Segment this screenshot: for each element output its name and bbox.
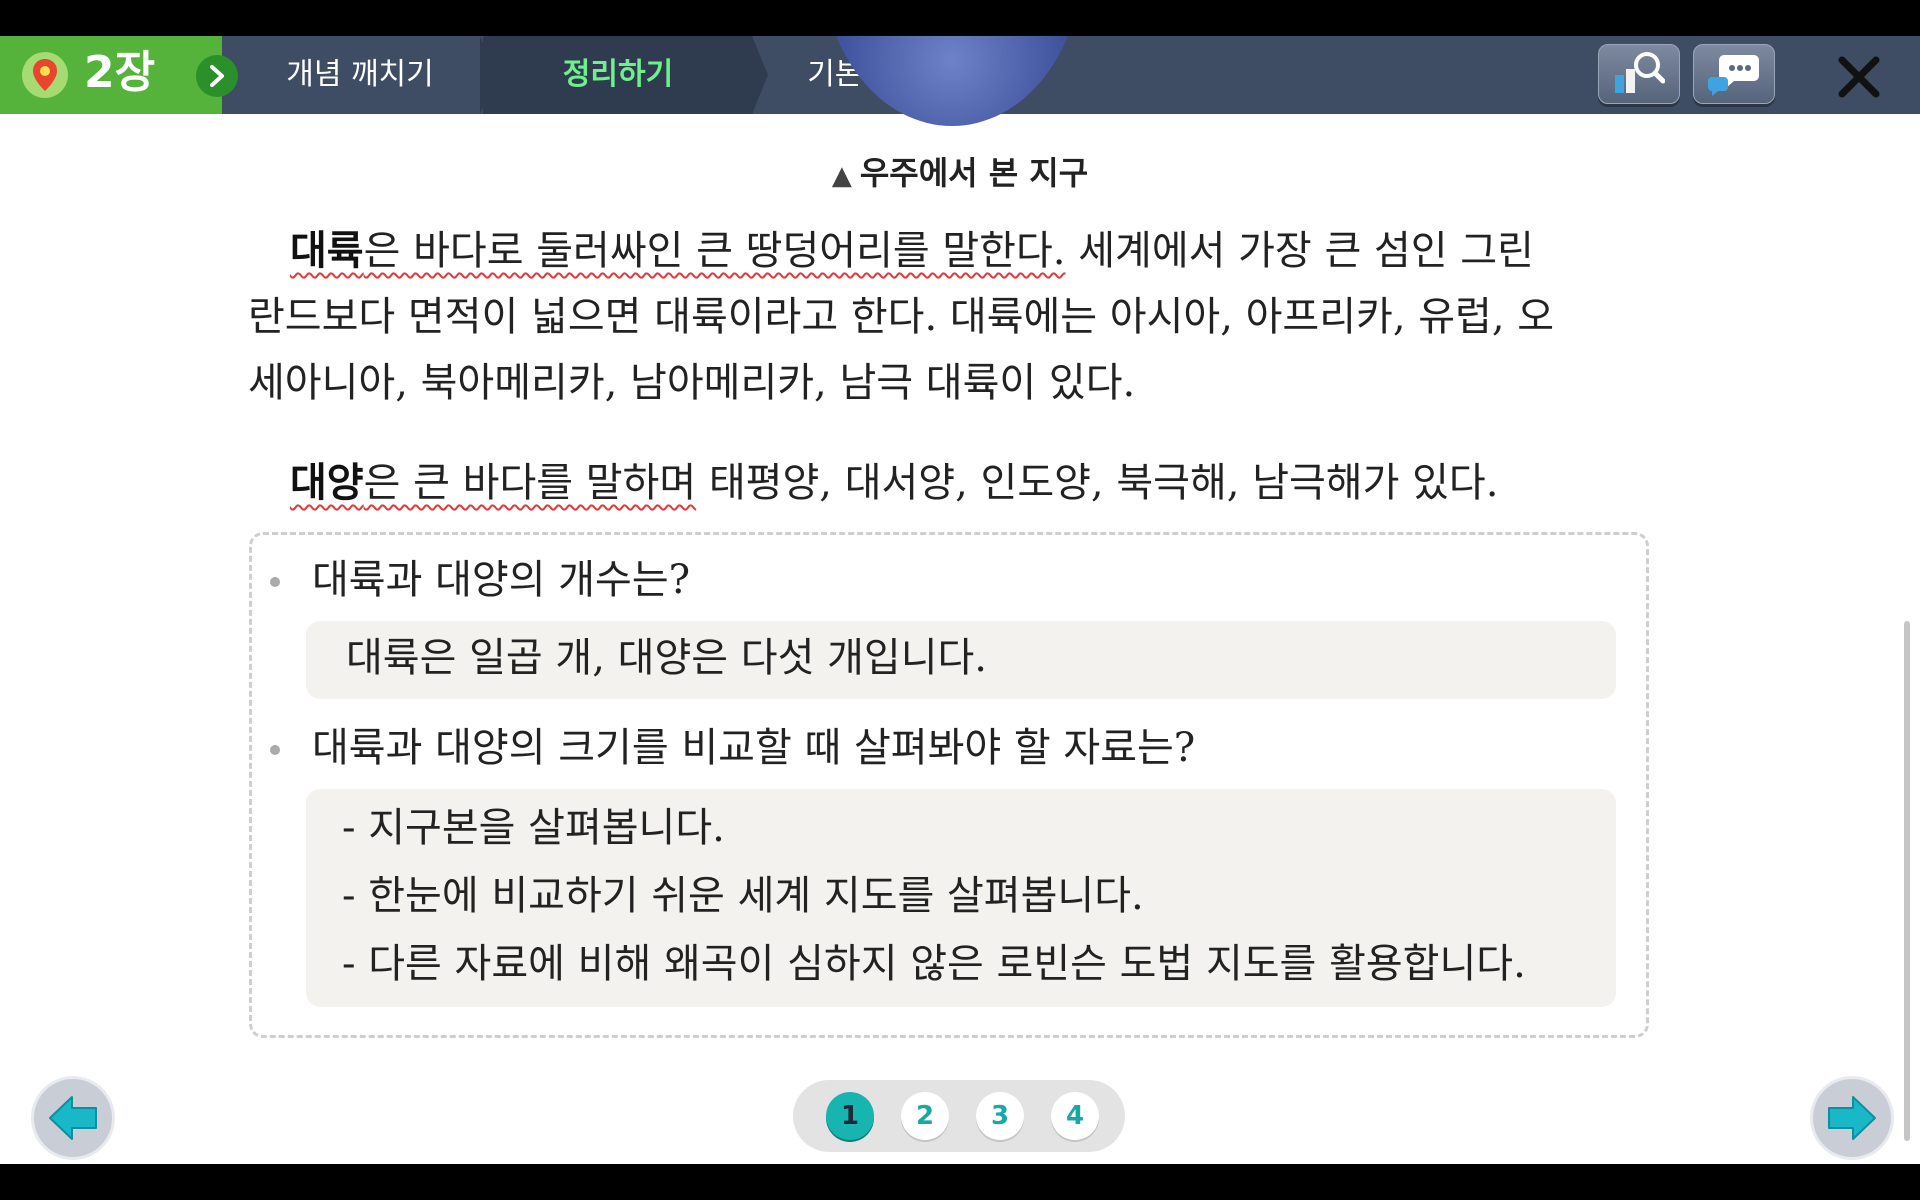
paragraph-line: 란드보다 면적이 넓으면 대륙이라고 한다. 대륙에는 아시아, 아프리카, 유…: [248, 294, 1555, 340]
paragraph-line: 대양은 큰 바다를 말하며 태평양, 대서양, 인도양, 북극해, 남극해가 있…: [248, 450, 1648, 516]
paragraph-text: 세계에서 가장 큰 섬인 그린: [1065, 228, 1534, 274]
bullet-icon: [270, 745, 280, 755]
close-icon[interactable]: [1836, 54, 1882, 100]
paragraph-line: 세아니아, 북아메리카, 남아메리카, 남극 대륙이 있다.: [248, 360, 1136, 406]
answer-item: - 한눈에 비교하기 쉬운 세계 지도를 살펴봅니다.: [342, 873, 1144, 919]
pagination: 1 2 3 4: [793, 1080, 1125, 1152]
question-item: 대륙과 대양의 크기를 비교할 때 살펴봐야 할 자료는?: [270, 723, 1196, 773]
paragraph-ocean: 대양은 큰 바다를 말하며 태평양, 대서양, 인도양, 북극해, 남극해가 있…: [248, 450, 1648, 516]
answer-item: - 지구본을 살펴봅니다.: [342, 805, 725, 851]
search-button[interactable]: [1598, 44, 1680, 104]
scrollbar[interactable]: [1904, 621, 1910, 1141]
chapter-next-icon[interactable]: [196, 55, 238, 97]
tab-concept[interactable]: 개념 깨치기: [240, 36, 480, 114]
chapter-label: 2장: [84, 47, 156, 98]
caption-marker: ▲: [831, 161, 852, 191]
question-text: 대륙과 대양의 개수는?: [312, 557, 691, 603]
answer-box: 대륙은 일곱 개, 대양은 다섯 개입니다.: [306, 621, 1616, 699]
chapter-badge: 2장: [0, 36, 238, 114]
definition-continent: 은 바다로 둘러싸인 큰 땅덩어리를 말한다.: [363, 228, 1066, 274]
question-text: 대륙과 대양의 크기를 비교할 때 살펴봐야 할 자료는?: [312, 725, 1196, 771]
paragraph-text: 태평양, 대서양, 인도양, 북극해, 남극해가 있다.: [696, 460, 1499, 506]
image-caption: ▲ 우주에서 본 지구: [0, 148, 1920, 194]
chat-icon: [1708, 55, 1759, 96]
answer-text: 대륙은 일곱 개, 대양은 다섯 개입니다.: [346, 635, 988, 681]
term-ocean: 대양: [290, 460, 364, 506]
page-button-2[interactable]: 2: [901, 1092, 949, 1140]
bullet-icon: [270, 577, 280, 587]
definition-ocean: 은 큰 바다를 말하며: [363, 460, 697, 506]
arrow-left-icon: [49, 1096, 97, 1140]
page-button-1[interactable]: 1: [826, 1092, 874, 1140]
location-pin-icon: [22, 52, 68, 98]
caption-text: 우주에서 본 지구: [859, 154, 1089, 192]
question-box: 대륙과 대양의 개수는? 대륙은 일곱 개, 대양은 다섯 개입니다. 대륙과 …: [249, 532, 1649, 1038]
question-item: 대륙과 대양의 개수는?: [270, 555, 691, 605]
answer-item: - 다른 자료에 비해 왜곡이 심하지 않은 로빈슨 도법 지도를 활용합니다.: [342, 941, 1526, 987]
arrow-right-icon: [1828, 1096, 1876, 1140]
search-icon: [1615, 52, 1665, 93]
app-screen: 2장 개념 깨치기 정리하기 기본핵심문제: [0, 36, 1920, 1164]
page-button-3[interactable]: 3: [976, 1092, 1024, 1140]
tab-summary[interactable]: 정리하기: [483, 36, 753, 114]
term-continent: 대륙: [290, 228, 364, 274]
paragraph-continent: 대륙은 바다로 둘러싸인 큰 땅덩어리를 말한다. 세계에서 가장 큰 섬인 그…: [248, 218, 1648, 416]
previous-page-button[interactable]: [31, 1076, 115, 1160]
page-button-4[interactable]: 4: [1051, 1092, 1099, 1140]
paragraph-line: 대륙은 바다로 둘러싸인 큰 땅덩어리를 말한다. 세계에서 가장 큰 섬인 그…: [248, 218, 1648, 284]
next-page-button[interactable]: [1810, 1076, 1894, 1160]
chat-button[interactable]: [1693, 44, 1775, 104]
answer-box: - 지구본을 살펴봅니다. - 한눈에 비교하기 쉬운 세계 지도를 살펴봅니다…: [306, 789, 1616, 1007]
